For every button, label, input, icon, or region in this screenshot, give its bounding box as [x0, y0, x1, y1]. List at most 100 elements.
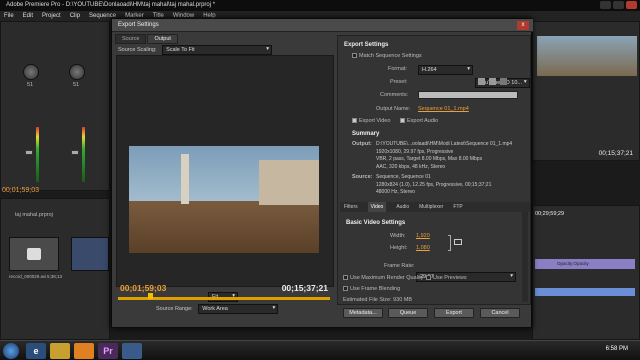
- video-preview-frame: [129, 146, 319, 253]
- taskbar-app-icon[interactable]: [122, 343, 142, 359]
- menu-file[interactable]: File: [4, 11, 14, 21]
- import-preset-icon[interactable]: [489, 78, 496, 85]
- use-previews-row[interactable]: Use Previews: [426, 275, 467, 281]
- clip-opacity-label: Opacity:Opacity: [557, 261, 589, 266]
- summary-source-line: 1280x824 (1.0), 12.25 fps, Progressive, …: [376, 181, 492, 188]
- queue-button[interactable]: Queue: [388, 308, 428, 318]
- max-render-label: Use Maximum Render Quality: [350, 275, 424, 281]
- source-scaling-select[interactable]: Scale To Fit: [162, 45, 273, 55]
- export-video-row[interactable]: Export Video: [352, 118, 390, 124]
- clip-thumbnail-2[interactable]: [71, 237, 109, 271]
- export-audio-checkbox[interactable]: [400, 118, 405, 124]
- settings-tabs: Filters Video Audio Multiplexer FTP: [340, 202, 530, 212]
- metadata-button[interactable]: Metadata...: [343, 308, 383, 318]
- program-preview: [537, 36, 637, 76]
- minaret-left: [181, 154, 189, 204]
- match-sequence-label: Match Sequence Settings: [359, 53, 422, 59]
- clip-icon-1: [27, 248, 41, 260]
- max-render-row[interactable]: Use Maximum Render Quality: [343, 275, 423, 281]
- timecode-bar: 00;01;59;03 Fit 00;15;37;21 Source Range…: [116, 281, 334, 314]
- media-player-icon[interactable]: [74, 343, 94, 359]
- height-value[interactable]: 1,080: [416, 245, 430, 251]
- max-render-checkbox[interactable]: [343, 275, 348, 281]
- match-sequence-checkbox[interactable]: [352, 53, 357, 59]
- window-controls: [600, 1, 637, 9]
- format-select[interactable]: H.264: [418, 65, 473, 75]
- folder-icon[interactable]: [50, 343, 70, 359]
- building-right: [259, 160, 319, 205]
- frame-blending-row[interactable]: Use Frame Blending: [343, 286, 400, 292]
- level-meter-2: [82, 127, 85, 182]
- export-audio-row[interactable]: Export Audio: [400, 118, 438, 124]
- summary-source-label: Source:: [352, 174, 373, 180]
- timecode-in[interactable]: 00;01;59;03: [120, 283, 166, 293]
- tab-source[interactable]: Source: [115, 34, 147, 44]
- tab-filters[interactable]: Filters: [344, 202, 358, 212]
- cancel-button[interactable]: Cancel: [480, 308, 520, 318]
- tab-output[interactable]: Output: [147, 34, 178, 44]
- channel-value-2: 51: [73, 82, 80, 88]
- timeline-audio-clip[interactable]: [535, 288, 635, 296]
- window-title: Adobe Premiere Pro - D:\YOUTUBE\Donlaoad…: [6, 2, 216, 8]
- source-output-tabs: Source Output: [115, 34, 178, 44]
- clip-thumbnail-1[interactable]: [9, 237, 59, 271]
- channel-value-1: 51: [27, 82, 34, 88]
- menu-project[interactable]: Project: [42, 11, 61, 21]
- source-scaling-label: Source Scaling:: [118, 47, 157, 53]
- save-preset-icon[interactable]: [478, 78, 485, 85]
- premiere-icon[interactable]: Pr: [98, 343, 118, 359]
- timeline-video-clip[interactable]: Opacity:Opacity: [535, 259, 635, 269]
- delete-preset-icon[interactable]: [500, 78, 507, 85]
- menu-clip[interactable]: Clip: [70, 11, 80, 21]
- link-aspect-icon[interactable]: [454, 239, 462, 245]
- minimize-button[interactable]: [600, 1, 611, 9]
- clip-duration-1: 5;38;13: [47, 274, 63, 279]
- summary-output-line: AAC, 320 kbps, 48 kHz, Stereo: [376, 163, 446, 170]
- summary-source-details: Sequence, Sequence 01 1280x824 (1.0), 12…: [376, 174, 491, 197]
- volume-fader-1[interactable]: [25, 150, 33, 155]
- ie-icon[interactable]: e: [26, 343, 46, 359]
- audio-mixer-panel: 51 51: [0, 21, 110, 191]
- pan-knob-2[interactable]: [69, 64, 85, 80]
- width-value[interactable]: 1,920: [416, 233, 430, 239]
- program-monitor-panel: 00;15;37;21: [532, 21, 640, 161]
- tab-video[interactable]: Video: [367, 202, 387, 212]
- tab-ftp[interactable]: FTP: [453, 202, 462, 212]
- summary-source-line: Sequence, Sequence 01: [376, 174, 431, 180]
- volume-fader-2[interactable]: [71, 150, 79, 155]
- timeline-panel: 00;29;59;29 Opacity:Opacity: [532, 205, 640, 340]
- frame-blending-checkbox[interactable]: [343, 286, 348, 292]
- dialog-title-bar: Export Settings: [112, 19, 533, 32]
- output-name-link[interactable]: Sequence 01_1.mp4: [418, 106, 469, 112]
- comments-input[interactable]: [418, 91, 518, 99]
- settings-scrollbar[interactable]: [522, 212, 528, 302]
- dialog-close-button[interactable]: x: [517, 21, 529, 30]
- export-button[interactable]: Export: [434, 308, 474, 318]
- summary-heading: Summary: [352, 131, 380, 137]
- start-button[interactable]: [3, 343, 19, 359]
- program-timecode: 00;15;37;21: [598, 150, 633, 157]
- use-previews-checkbox[interactable]: [426, 275, 431, 281]
- match-sequence-row[interactable]: Match Sequence Settings: [352, 53, 422, 59]
- project-panel: taj mahal.prproj record_000029.avi 5;38;…: [0, 198, 110, 340]
- export-video-checkbox[interactable]: [352, 118, 357, 124]
- export-settings-heading: Export Settings: [344, 42, 389, 48]
- menu-edit[interactable]: Edit: [23, 11, 33, 21]
- pan-knob-1[interactable]: [23, 64, 39, 80]
- tab-audio[interactable]: Audio: [396, 202, 409, 212]
- preset-label: Preset:: [390, 79, 408, 85]
- level-meter-1: [36, 127, 39, 182]
- format-label: Format:: [388, 66, 407, 72]
- use-previews-label: Use Previews: [433, 275, 467, 281]
- project-name: taj mahal.prproj: [15, 212, 53, 218]
- basic-video-heading: Basic Video Settings: [346, 220, 406, 226]
- taskbar: e Pr 6:58 PM: [0, 340, 640, 360]
- maximize-button[interactable]: [613, 1, 624, 9]
- playhead-handle[interactable]: [148, 293, 153, 299]
- tab-multiplexer[interactable]: Multiplexer: [419, 202, 443, 212]
- close-button[interactable]: [626, 1, 637, 9]
- source-range-select[interactable]: Work Area: [198, 304, 279, 314]
- estimated-file-size: Estimated File Size: 930 MB: [343, 297, 413, 303]
- clip-name-1: record_000029.avi: [9, 274, 47, 279]
- summary-output-line: VBR, 2 pass, Target 8.00 Mbps, Max 8.00 …: [376, 156, 483, 162]
